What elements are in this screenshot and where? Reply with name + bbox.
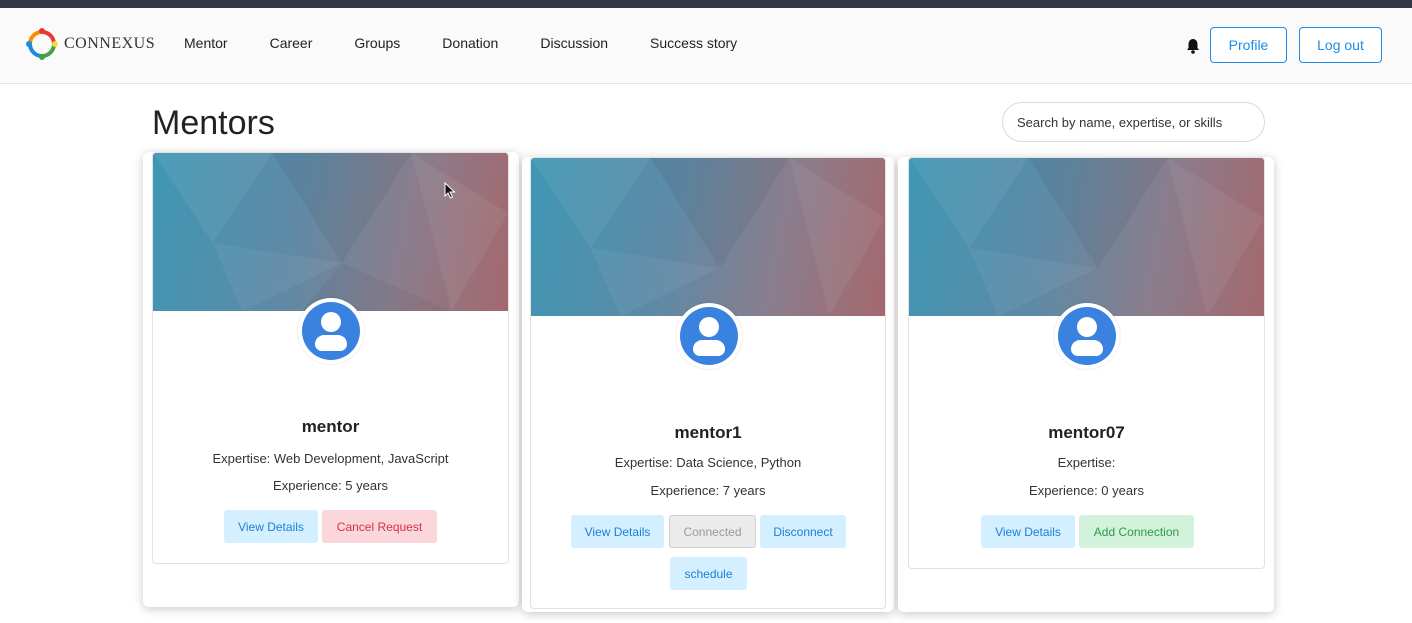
mentor-name: mentor [301, 417, 360, 436]
banner-pattern [909, 158, 1264, 316]
nav-mentor[interactable]: Mentor [184, 35, 228, 51]
nav-donation[interactable]: Donation [442, 35, 498, 51]
avatar [676, 303, 742, 369]
view-details-button[interactable]: View Details [981, 515, 1075, 548]
nav-discussion[interactable]: Discussion [540, 35, 608, 51]
nav-career[interactable]: Career [270, 35, 313, 51]
search-input[interactable] [1002, 102, 1265, 142]
user-icon [680, 307, 738, 365]
page-title: Mentors [152, 104, 275, 142]
mouse-cursor-icon [444, 182, 456, 199]
brand-logo[interactable]: CONNEXUS [24, 26, 155, 62]
nav-groups[interactable]: Groups [354, 35, 400, 51]
mentor-card-inner: mentor07 Expertise: Experience: 0 years … [908, 157, 1265, 569]
avatar [1054, 303, 1120, 369]
mentor-card: mentor1 Expertise: Data Science, Python … [522, 157, 894, 612]
mentor-experience: Experience: 0 years [1029, 483, 1144, 498]
card-banner [531, 158, 885, 316]
top-strip [0, 0, 1412, 8]
mentor-card: mentor Expertise: Web Development, JavaS… [143, 152, 519, 607]
connected-status-button: Connected [669, 515, 756, 548]
avatar [298, 298, 364, 364]
mentor-card: mentor07 Expertise: Experience: 0 years … [898, 157, 1274, 612]
add-connection-button[interactable]: Add Connection [1079, 515, 1194, 548]
view-details-button[interactable]: View Details [571, 515, 664, 548]
mentor-expertise: Expertise: Data Science, Python [614, 455, 802, 470]
banner-pattern [153, 153, 508, 311]
view-details-button[interactable]: View Details [224, 510, 318, 543]
nav-success-story[interactable]: Success story [650, 35, 737, 51]
card-banner [153, 153, 508, 311]
cancel-request-button[interactable]: Cancel Request [322, 510, 437, 543]
banner-pattern [531, 158, 885, 316]
mentor-expertise: Expertise: Web Development, JavaScript [212, 451, 449, 466]
schedule-button[interactable]: schedule [670, 557, 747, 590]
logo-icon [26, 28, 58, 60]
brand-name: CONNEXUS [64, 35, 156, 52]
mentor-name: mentor1 [674, 423, 742, 442]
user-icon [302, 302, 360, 360]
mentor-name: mentor07 [1048, 423, 1125, 442]
mentor-experience: Experience: 5 years [273, 478, 388, 493]
user-icon [1058, 307, 1116, 365]
logout-button[interactable]: Log out [1299, 27, 1382, 63]
profile-button[interactable]: Profile [1210, 27, 1287, 63]
mentor-experience: Experience: 7 years [650, 483, 766, 498]
navbar: CONNEXUS Mentor Career Groups Donation D… [0, 8, 1412, 84]
mentor-expertise: Expertise: [1057, 455, 1116, 470]
card-banner [909, 158, 1264, 316]
main-nav: Mentor Career Groups Donation Discussion… [184, 35, 737, 51]
mentor-card-inner: mentor1 Expertise: Data Science, Python … [530, 157, 886, 609]
bell-icon[interactable] [1186, 38, 1200, 54]
mentor-card-inner: mentor Expertise: Web Development, JavaS… [152, 152, 509, 564]
disconnect-button[interactable]: Disconnect [760, 515, 846, 548]
